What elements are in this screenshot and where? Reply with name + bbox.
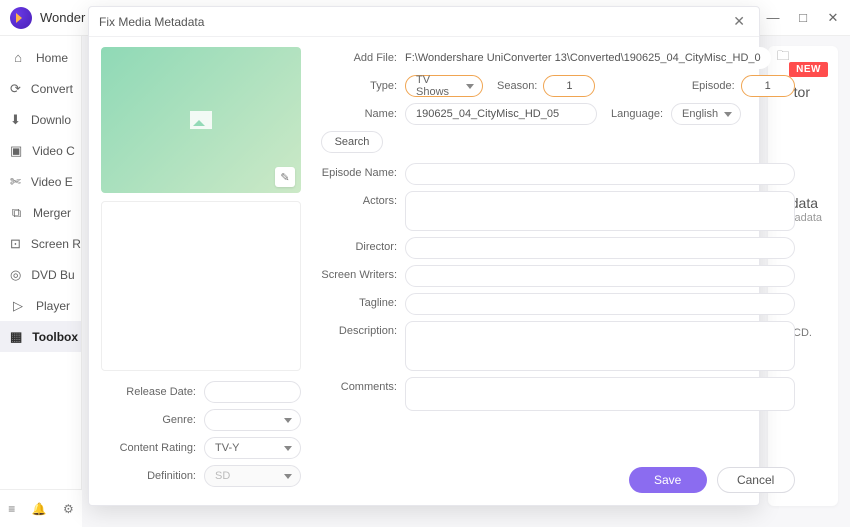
definition-value: SD [215,470,230,482]
definition-select[interactable]: SD [204,465,301,487]
episode-name-label: Episode Name: [321,163,397,179]
comments-label: Comments: [321,377,397,393]
genre-select[interactable] [204,409,301,431]
chevron-down-icon [724,112,732,117]
sidebar: ⌂ Home ⟳ Convert ⬇ Downlo ▣ Video C ✄ Video E… [0,36,82,527]
sidebar-item-label: Screen R [31,237,81,251]
sidebar-item-video-compressor[interactable]: ▣ Video C [0,135,81,166]
sidebar-item-screen-recorder[interactable]: ⊡ Screen R [0,228,81,259]
add-file-label: Add File: [321,52,397,64]
type-label: Type: [321,80,397,92]
episode-input[interactable] [741,75,795,97]
content-rating-label: Content Rating: [101,442,196,454]
sidebar-item-label: Convert [31,82,73,96]
sidebar-item-label: Merger [33,206,71,220]
episode-label: Episode: [692,80,735,92]
sidebar-item-label: Downlo [31,113,71,127]
language-value: English [682,108,718,120]
language-select[interactable]: English [671,103,741,125]
director-input[interactable] [405,237,795,259]
home-icon: ⌂ [10,50,26,65]
tagline-input[interactable] [405,293,795,315]
type-value: TV Shows [416,74,460,98]
close-window-button[interactable]: ✕ [826,10,840,26]
description-label: Description: [321,321,397,337]
definition-label: Definition: [101,470,196,482]
menu-icon[interactable]: ≡ [8,502,15,516]
add-file-path[interactable]: F:\Wondershare UniConverter 13\Converted… [405,47,771,69]
download-icon: ⬇ [10,112,21,128]
cancel-button[interactable]: Cancel [717,467,795,493]
save-button[interactable]: Save [629,467,707,493]
chevron-down-icon [466,84,474,89]
edit-cover-button[interactable]: ✎ [275,167,295,187]
metadata-modal: Fix Media Metadata ✕ ✎ Release Date: Gen… [88,6,760,506]
language-label: Language: [611,108,663,120]
app-logo-icon [10,7,32,29]
scissors-icon: ✄ [10,174,21,190]
video-compress-icon: ▣ [10,143,22,159]
screen-writers-label: Screen Writers: [321,265,397,281]
sidebar-item-dvd-burner[interactable]: ◎ DVD Bu [0,259,81,290]
actors-label: Actors: [321,191,397,207]
description-input[interactable] [405,321,795,371]
toolbox-icon: ▦ [10,329,22,345]
sidebar-item-merger[interactable]: ⧉ Merger [0,197,81,228]
sidebar-item-label: Video C [32,144,74,158]
sidebar-item-downloader[interactable]: ⬇ Downlo [0,104,81,135]
search-button[interactable]: Search [321,131,383,153]
sidebar-item-label: DVD Bu [31,268,74,282]
disc-icon: ◎ [10,267,21,283]
season-input[interactable] [543,75,595,97]
sidebar-item-player[interactable]: ▷ Player [0,290,81,321]
cover-art-thumbnail: ✎ [101,47,301,193]
name-input[interactable]: 190625_04_CityMisc_HD_05 [405,103,597,125]
record-icon: ⊡ [10,236,21,252]
sidebar-item-home[interactable]: ⌂ Home [0,42,81,73]
merge-icon: ⧉ [10,205,23,221]
sidebar-item-label: Video E [31,175,73,189]
sidebar-item-toolbox[interactable]: ▦ Toolbox [0,321,81,352]
comments-input[interactable] [405,377,795,411]
name-label: Name: [321,108,397,120]
chevron-down-icon [284,446,292,451]
chevron-down-icon [284,474,292,479]
sidebar-item-label: Home [36,51,68,65]
release-date-label: Release Date: [101,386,196,398]
modal-actions: Save Cancel [629,467,795,493]
director-label: Director: [321,237,397,253]
actors-input[interactable] [405,191,795,231]
sidebar-item-label: Toolbox [32,330,78,344]
content-rating-select[interactable]: TV-Y [204,437,301,459]
convert-icon: ⟳ [10,81,21,97]
sidebar-item-label: Player [36,299,70,313]
tagline-label: Tagline: [321,293,397,309]
play-icon: ▷ [10,298,26,314]
cover-art-slot[interactable] [101,201,301,371]
screen-writers-input[interactable] [405,265,795,287]
episode-name-input[interactable] [405,163,795,185]
folder-icon[interactable]: 🗀 [777,47,795,69]
sidebar-item-video-editor[interactable]: ✄ Video E [0,166,81,197]
sidebar-item-converter[interactable]: ⟳ Convert [0,73,81,104]
type-select[interactable]: TV Shows [405,75,483,97]
bottom-bar: ≡ 🔔 ⚙ [0,489,82,527]
modal-left-column: ✎ Release Date: Genre: Content Rating: T… [89,7,313,505]
genre-label: Genre: [101,414,196,426]
modal-right-column: Add File: F:\Wondershare UniConverter 13… [313,7,811,505]
release-date-input[interactable] [204,381,301,403]
content-rating-value: TV-Y [215,442,239,454]
bell-icon[interactable]: 🔔 [32,502,47,516]
modal-title: Fix Media Metadata [99,15,204,29]
gear-icon[interactable]: ⚙ [63,502,74,516]
app-name: Wonder [40,10,85,25]
chevron-down-icon [284,418,292,423]
season-label: Season: [497,80,537,92]
image-placeholder-icon [190,111,212,129]
